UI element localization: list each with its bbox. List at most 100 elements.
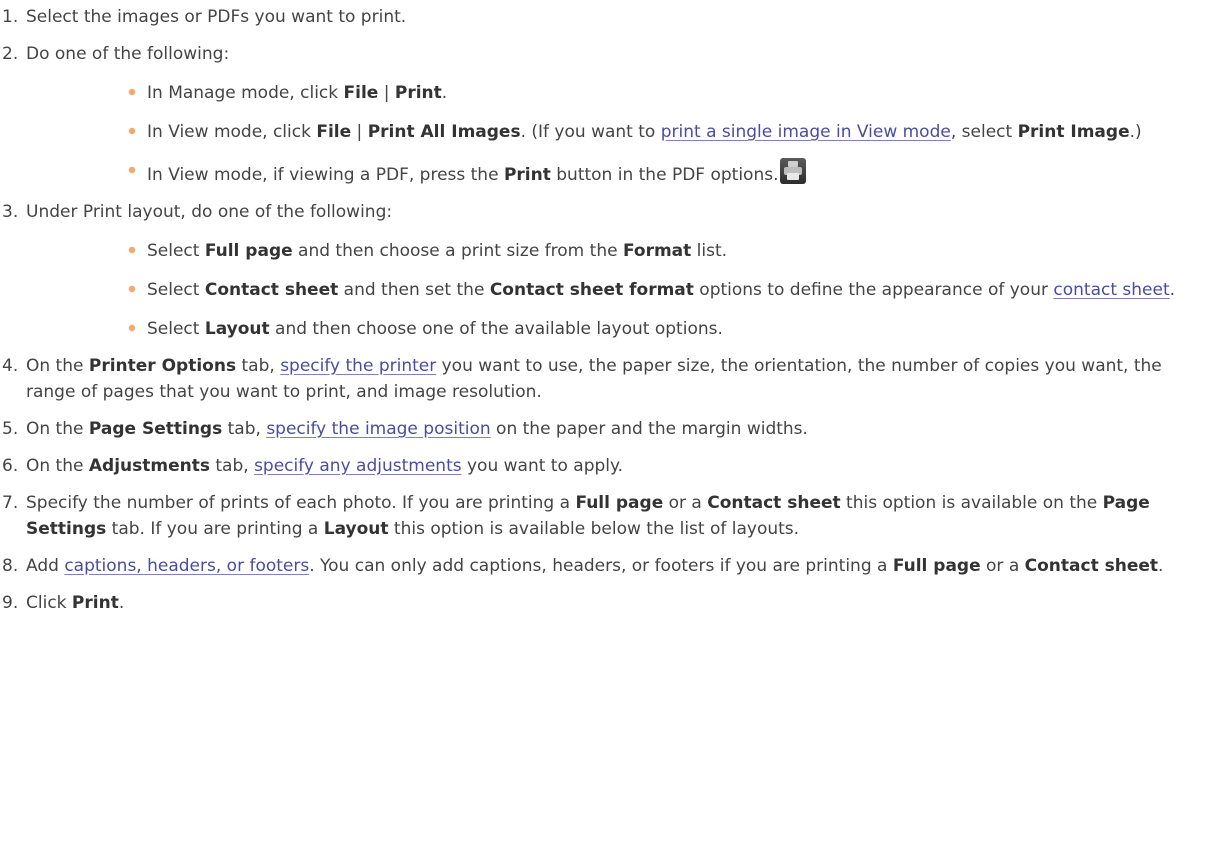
bold-term: Print All Images [367, 122, 521, 142]
bold-term: Layout [204, 319, 270, 339]
text-run: Add [26, 556, 65, 576]
text-run: tab. If you are printing a [106, 519, 324, 539]
step-item: 7. Specify the number of prints of each p… [2, 490, 1192, 542]
text-run: In View mode, click [147, 122, 317, 142]
text-run: this option is available below the list … [388, 519, 800, 539]
text-run: . (If you want to [520, 122, 661, 142]
step-number: 2. [2, 44, 19, 64]
text-run: Select [147, 280, 205, 300]
bold-term: Full page [204, 241, 293, 261]
help-link[interactable]: specify any adjustments [254, 456, 462, 476]
help-page: 1. Select the images or PDFs you want to … [0, 0, 1220, 616]
print-icon [780, 158, 807, 184]
text-run: or a [663, 493, 708, 513]
bold-term: Printer Options [88, 356, 237, 376]
bold-term: Contact sheet [707, 493, 841, 513]
bold-term: Full page [575, 493, 664, 513]
step-number: 9. [2, 593, 19, 613]
text-run: or a [980, 556, 1025, 576]
bold-term: File [316, 122, 352, 142]
help-link[interactable]: print a single image in View mode [661, 122, 951, 142]
sub-item: Select Full page and then choose a print… [26, 238, 1192, 264]
step-item: 9. Click Print. [2, 590, 1192, 616]
sub-list: Select Full page and then choose a print… [26, 238, 1192, 342]
sub-text: In Manage mode, click File | Print. [147, 80, 1192, 106]
step-number: 7. [2, 493, 19, 513]
step-item: 8. Add captions, headers, or footers. You… [2, 553, 1192, 579]
step-text: Specify the number of prints of each pho… [26, 490, 1192, 542]
text-run: In View mode, if viewing a PDF, press th… [147, 165, 504, 185]
bold-term: Full page [892, 556, 981, 576]
text-run: . You can only add captions, headers, or… [309, 556, 893, 576]
text-run: this option is available on the [840, 493, 1103, 513]
text-run: Select [147, 241, 205, 261]
step-number: 6. [2, 456, 19, 476]
text-run: tab, [209, 456, 255, 476]
step-number: 1. [2, 7, 19, 27]
bold-term: Contact sheet [204, 280, 339, 300]
bold-term: Page Settings [88, 419, 223, 439]
text-run: , select [950, 122, 1018, 142]
text-run: In Manage mode, click [147, 83, 344, 103]
text-run: Select [147, 319, 205, 339]
bold-term: Print Image [1017, 122, 1130, 142]
bold-term: Print [394, 83, 442, 103]
sub-item: In Manage mode, click File | Print. [26, 80, 1192, 106]
text-run: | [378, 83, 395, 103]
sub-text: In View mode, click File | Print All Ima… [147, 119, 1192, 145]
text-run: On the [26, 419, 89, 439]
step-item: 5. On the Page Settings tab, specify the … [2, 416, 1192, 442]
bullet-icon [129, 89, 135, 95]
step-number: 3. [2, 202, 19, 222]
sub-text: In View mode, if viewing a PDF, press th… [147, 158, 1192, 188]
step-item: 3. Under Print layout, do one of the foll… [2, 199, 1192, 342]
text-run: tab, [236, 356, 281, 376]
bold-term: Contact sheet [1024, 556, 1159, 576]
help-link[interactable]: specify the printer [280, 356, 436, 376]
step-text: On the Adjustments tab, specify any adju… [26, 453, 1192, 479]
sub-item: Select Contact sheet and then set the Co… [26, 277, 1192, 303]
step-item: 2. Do one of the following: In Manage mode… [2, 41, 1192, 188]
bullet-icon [129, 325, 135, 331]
step-text: Under Print layout, do one of the follow… [26, 199, 1192, 225]
sub-item: In View mode, click File | Print All Ima… [26, 119, 1192, 145]
step-item: 1. Select the images or PDFs you want to … [2, 4, 1192, 30]
text-run: and then choose a print size from the [292, 241, 623, 261]
sub-text: Select Contact sheet and then set the Co… [147, 277, 1192, 303]
text-run: Select the images or PDFs you want to pr… [26, 7, 407, 27]
step-number: 4. [2, 356, 19, 376]
sub-list: In Manage mode, click File | Print. In Vi… [26, 80, 1192, 188]
bold-term: File [343, 83, 379, 103]
step-text: On the Printer Options tab, specify the … [26, 353, 1192, 405]
step-number: 8. [2, 556, 19, 576]
text-run: options to define the appearance of your [693, 280, 1054, 300]
text-run: Specify the number of prints of each pho… [26, 493, 576, 513]
step-text: Select the images or PDFs you want to pr… [26, 4, 1192, 30]
text-run: . [1169, 280, 1176, 300]
bold-term: Layout [323, 519, 389, 539]
text-run: tab, [222, 419, 267, 439]
help-link[interactable]: contact sheet [1053, 280, 1169, 300]
help-link[interactable]: specify the image position [266, 419, 490, 439]
text-run: . [441, 83, 448, 103]
bullet-icon [129, 286, 135, 292]
step-text: Add captions, headers, or footers. You c… [26, 553, 1192, 579]
text-run: and then set the [338, 280, 490, 300]
step-text: Click Print. [26, 590, 1192, 616]
text-run: | [351, 122, 368, 142]
step-item: 4. On the Printer Options tab, specify th… [2, 353, 1192, 405]
text-run: and then choose one of the available lay… [269, 319, 723, 339]
text-run: On the [26, 356, 89, 376]
bullet-icon [129, 128, 135, 134]
text-run: Do one of the following: [26, 44, 230, 64]
step-number: 5. [2, 419, 19, 439]
sub-item: In View mode, if viewing a PDF, press th… [26, 158, 1192, 188]
bold-term: Print [503, 165, 551, 185]
text-run: . [1158, 556, 1164, 576]
steps-list: 1. Select the images or PDFs you want to … [2, 4, 1192, 616]
text-run: Under Print layout, do one of the follow… [26, 202, 393, 222]
help-link[interactable]: captions, headers, or footers [64, 556, 309, 576]
bold-term: Format [622, 241, 692, 261]
text-run: Click [26, 593, 72, 613]
sub-text: Select Layout and then choose one of the… [147, 316, 1192, 342]
